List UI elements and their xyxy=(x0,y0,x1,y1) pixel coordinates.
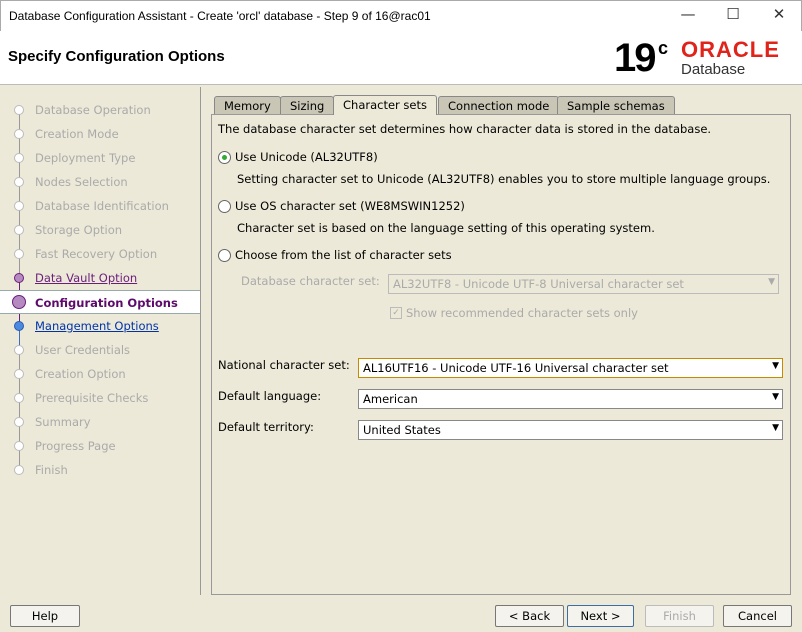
step-label: Nodes Selection xyxy=(35,175,128,189)
step-dot-icon xyxy=(14,417,24,427)
default-territory-label: Default territory: xyxy=(218,420,314,434)
close-button[interactable]: ✕ xyxy=(764,5,794,27)
step-label: Creation Option xyxy=(35,367,126,381)
step-dot-icon xyxy=(14,273,24,283)
step-dot-icon xyxy=(14,393,24,403)
default-territory-value: United States xyxy=(363,423,441,437)
maximize-button[interactable]: ☐ xyxy=(718,5,748,27)
tab-memory[interactable]: Memory xyxy=(214,96,281,115)
default-territory-select[interactable]: United States ▼ xyxy=(358,420,783,440)
tab-sizing[interactable]: Sizing xyxy=(280,96,335,115)
minimize-button[interactable]: — xyxy=(673,5,703,27)
step-label: Progress Page xyxy=(35,439,116,453)
step-creation-mode: Creation Mode xyxy=(0,122,200,146)
step-finish: Finish xyxy=(0,458,200,482)
os-charset-radio[interactable] xyxy=(218,200,231,213)
step-label: Data Vault Option xyxy=(35,271,138,285)
step-dot-icon xyxy=(14,105,24,115)
db-charset-value: AL32UTF8 - Unicode UTF-8 Universal chara… xyxy=(393,277,684,291)
step-dot-icon xyxy=(14,153,24,163)
step-fast-recovery-option: Fast Recovery Option xyxy=(0,242,200,266)
default-language-value: American xyxy=(363,392,418,406)
oracle-logo-version: 19 xyxy=(614,36,656,80)
unicode-radio[interactable] xyxy=(218,151,231,164)
step-dot-icon xyxy=(14,441,24,451)
step-dot-icon xyxy=(14,129,24,139)
step-nodes-selection: Nodes Selection xyxy=(0,170,200,194)
oracle-logo-c: c xyxy=(658,38,669,58)
step-dot-icon xyxy=(14,249,24,259)
chevron-down-icon: ▼ xyxy=(768,277,775,287)
help-button[interactable]: Help xyxy=(10,605,80,627)
step-prerequisite-checks: Prerequisite Checks xyxy=(0,386,200,410)
oracle-logo-product: Database xyxy=(681,61,746,78)
step-label: Configuration Options xyxy=(35,296,178,310)
step-label: Creation Mode xyxy=(35,127,119,141)
choose-list-radio[interactable] xyxy=(218,249,231,262)
unicode-label[interactable]: Use Unicode (AL32UTF8) xyxy=(235,150,378,164)
step-label: Storage Option xyxy=(35,223,123,237)
step-dot-icon xyxy=(14,321,24,331)
step-label: Database Operation xyxy=(35,103,151,117)
tab-sample-schemas[interactable]: Sample schemas xyxy=(557,96,675,115)
step-dot-icon xyxy=(14,177,24,187)
step-deployment-type: Deployment Type xyxy=(0,146,200,170)
step-dot-icon xyxy=(14,369,24,379)
oracle-logo: ORACLE xyxy=(681,37,780,62)
step-database-identification: Database Identification xyxy=(0,194,200,218)
steps-sidebar: Database Operation Creation Mode Deploymen… xyxy=(0,87,201,595)
step-storage-option: Storage Option xyxy=(0,218,200,242)
page-title: Specify Configuration Options xyxy=(8,48,225,65)
step-dot-icon xyxy=(14,465,24,475)
back-button[interactable]: < Back xyxy=(495,605,564,627)
tab-character-sets[interactable]: Character sets xyxy=(333,95,437,115)
show-recommended-label: Show recommended character sets only xyxy=(406,306,638,320)
step-label: Database Identification xyxy=(35,199,169,213)
step-label: Prerequisite Checks xyxy=(35,391,149,405)
finish-button[interactable]: Finish xyxy=(645,605,714,627)
choose-list-label[interactable]: Choose from the list of character sets xyxy=(235,248,452,262)
header: Specify Configuration Options 19 c ORACL… xyxy=(0,31,802,85)
step-user-credentials: User Credentials xyxy=(0,338,200,362)
default-language-label: Default language: xyxy=(218,389,322,403)
db-charset-label: Database character set: xyxy=(241,274,380,288)
national-charset-value: AL16UTF16 - Unicode UTF-16 Universal cha… xyxy=(363,361,669,375)
step-creation-option: Creation Option xyxy=(0,362,200,386)
tab-connection-mode[interactable]: Connection mode xyxy=(438,96,560,115)
step-dot-icon xyxy=(14,225,24,235)
step-data-vault-option[interactable]: Data Vault Option xyxy=(0,266,200,290)
chevron-down-icon: ▼ xyxy=(772,361,779,371)
chevron-down-icon: ▼ xyxy=(772,392,779,402)
os-charset-label[interactable]: Use OS character set (WE8MSWIN1252) xyxy=(235,199,465,213)
chevron-down-icon: ▼ xyxy=(772,423,779,433)
title-bar: Database Configuration Assistant - Creat… xyxy=(0,0,802,31)
show-recommended-checkbox[interactable]: ✓ xyxy=(390,307,402,319)
step-label: User Credentials xyxy=(35,343,131,357)
step-summary: Summary xyxy=(0,410,200,434)
db-charset-select[interactable]: AL32UTF8 - Unicode UTF-8 Universal chara… xyxy=(388,274,779,294)
step-management-options[interactable]: Management Options xyxy=(0,314,200,338)
os-charset-description: Character set is based on the language s… xyxy=(237,221,655,235)
national-charset-select[interactable]: AL16UTF16 - Unicode UTF-16 Universal cha… xyxy=(358,358,783,378)
step-dot-icon xyxy=(12,295,26,309)
next-button[interactable]: Next > xyxy=(567,605,634,627)
step-label: Summary xyxy=(35,415,91,429)
step-database-operation: Database Operation xyxy=(0,98,200,122)
step-label: Deployment Type xyxy=(35,151,136,165)
unicode-description: Setting character set to Unicode (AL32UT… xyxy=(237,172,771,186)
national-charset-label: National character set: xyxy=(218,358,350,372)
step-configuration-options[interactable]: Configuration Options xyxy=(0,290,200,314)
intro-text: The database character set determines ho… xyxy=(218,122,712,136)
character-sets-panel: The database character set determines ho… xyxy=(211,114,791,595)
step-progress-page: Progress Page xyxy=(0,434,200,458)
step-dot-icon xyxy=(14,201,24,211)
default-language-select[interactable]: American ▼ xyxy=(358,389,783,409)
window-title: Database Configuration Assistant - Creat… xyxy=(9,9,431,23)
step-label: Management Options xyxy=(35,319,159,333)
step-label: Finish xyxy=(35,463,68,477)
step-dot-icon xyxy=(14,345,24,355)
step-label: Fast Recovery Option xyxy=(35,247,158,261)
cancel-button[interactable]: Cancel xyxy=(723,605,792,627)
